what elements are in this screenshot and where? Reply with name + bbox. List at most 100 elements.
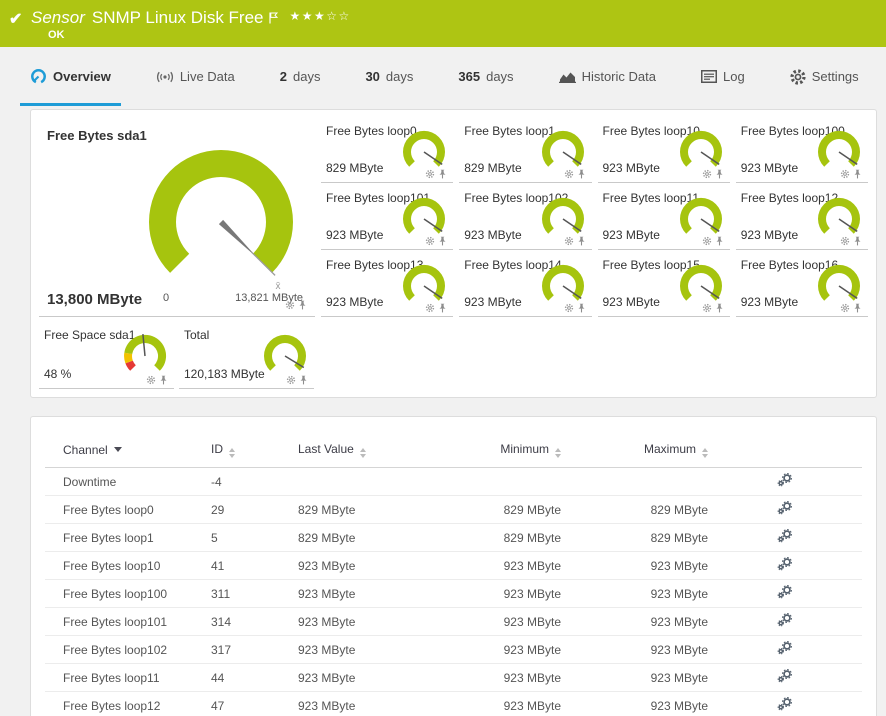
edit-channel-icon[interactable]: [777, 613, 793, 627]
gauge-tile[interactable]: Free Bytes loop0829 MByte: [321, 118, 453, 183]
channel-name[interactable]: Free Bytes loop0: [45, 496, 211, 524]
gear-icon[interactable]: [702, 236, 712, 246]
column-header-id[interactable]: ID: [211, 439, 298, 468]
minimum-value: 923 MByte: [418, 608, 561, 636]
tab-days[interactable]: 2days: [270, 47, 331, 106]
pin-icon[interactable]: [299, 375, 308, 385]
pin-icon[interactable]: [298, 300, 307, 310]
gauge-tile[interactable]: Free Bytes loop13923 MByte: [321, 252, 453, 317]
gauge-tile[interactable]: Free Bytes loop10923 MByte: [598, 118, 730, 183]
pin-icon[interactable]: [438, 169, 447, 179]
last-value: 829 MByte: [298, 496, 418, 524]
maximum-value: 923 MByte: [561, 608, 708, 636]
gear-icon[interactable]: [840, 236, 850, 246]
channel-name[interactable]: Free Bytes loop101: [45, 608, 211, 636]
gear-icon[interactable]: [285, 300, 295, 310]
gear-icon[interactable]: [702, 303, 712, 313]
tab-overview[interactable]: Overview: [20, 47, 121, 106]
gear-icon[interactable]: [146, 375, 156, 385]
table-row: Free Bytes loop15829 MByte829 MByte829 M…: [45, 524, 862, 552]
channel-name[interactable]: Downtime: [45, 468, 211, 496]
channel-name[interactable]: Free Bytes loop1: [45, 524, 211, 552]
pin-icon[interactable]: [853, 236, 862, 246]
pin-icon[interactable]: [715, 236, 724, 246]
edit-channel-icon[interactable]: [777, 501, 793, 515]
tab-days[interactable]: 365days: [448, 47, 523, 106]
channel-name[interactable]: Free Bytes loop10: [45, 552, 211, 580]
pin-icon[interactable]: [438, 303, 447, 313]
pin-icon[interactable]: [577, 236, 586, 246]
column-header-last-value[interactable]: Last Value: [298, 439, 418, 468]
pin-icon[interactable]: [577, 303, 586, 313]
edit-channel-icon[interactable]: [777, 529, 793, 543]
channel-actions[interactable]: [708, 496, 862, 524]
channel-actions[interactable]: [708, 468, 862, 496]
column-header-minimum[interactable]: Minimum: [418, 439, 561, 468]
channel-name[interactable]: Free Bytes loop12: [45, 692, 211, 716]
tab-days[interactable]: 30days: [355, 47, 423, 106]
gauge-tile[interactable]: Free Space sda148 %: [39, 322, 174, 389]
edit-channel-icon[interactable]: [777, 557, 793, 571]
priority-stars[interactable]: ★★★☆☆: [290, 9, 351, 23]
gear-icon[interactable]: [286, 375, 296, 385]
pin-icon[interactable]: [715, 303, 724, 313]
edit-channel-icon[interactable]: [777, 585, 793, 599]
pin-icon[interactable]: [159, 375, 168, 385]
gauge-tile[interactable]: Free Bytes loop15923 MByte: [598, 252, 730, 317]
gear-icon[interactable]: [425, 303, 435, 313]
channel-name[interactable]: Free Bytes loop102: [45, 636, 211, 664]
gauge-value: 923 MByte: [741, 161, 798, 175]
gear-icon[interactable]: [425, 236, 435, 246]
pin-icon[interactable]: [438, 236, 447, 246]
tab-settings[interactable]: Settings: [780, 47, 869, 106]
channel-actions[interactable]: [708, 636, 862, 664]
main-gauge-tile[interactable]: Free Bytes sda1 x̄ 13,800 MByte 0 13,821…: [39, 118, 315, 317]
channel-actions[interactable]: [708, 692, 862, 716]
gear-icon[interactable]: [564, 303, 574, 313]
tab-log[interactable]: Log: [691, 47, 755, 106]
minimum-value: 923 MByte: [418, 664, 561, 692]
pin-icon[interactable]: [853, 303, 862, 313]
gauge-tile[interactable]: Free Bytes loop12923 MByte: [736, 185, 868, 250]
pin-icon[interactable]: [577, 169, 586, 179]
gear-icon[interactable]: [702, 169, 712, 179]
column-header-channel[interactable]: Channel: [45, 439, 211, 468]
gauge-tile[interactable]: Total120,183 MByte: [179, 322, 314, 389]
edit-channel-icon[interactable]: [777, 669, 793, 683]
edit-channel-icon[interactable]: [777, 697, 793, 711]
gear-icon[interactable]: [840, 169, 850, 179]
channel-actions[interactable]: [708, 664, 862, 692]
channel-actions[interactable]: [708, 580, 862, 608]
column-header-actions: [708, 439, 862, 468]
gear-icon[interactable]: [564, 169, 574, 179]
main-gauge: x̄: [139, 140, 303, 309]
gauge-tile[interactable]: Free Bytes loop16923 MByte: [736, 252, 868, 317]
column-header-maximum[interactable]: Maximum: [561, 439, 708, 468]
channel-id: 41: [211, 552, 298, 580]
tab-historic-data[interactable]: Historic Data: [549, 47, 666, 106]
channel-actions[interactable]: [708, 524, 862, 552]
gauge-tile[interactable]: Free Bytes loop101923 MByte: [321, 185, 453, 250]
priority-flag-icon[interactable]: [269, 9, 278, 29]
gear-icon[interactable]: [564, 236, 574, 246]
gear-icon[interactable]: [425, 169, 435, 179]
edit-channel-icon[interactable]: [777, 473, 793, 487]
gauge-tile[interactable]: Free Bytes loop1829 MByte: [459, 118, 591, 183]
channel-name[interactable]: Free Bytes loop100: [45, 580, 211, 608]
tab-live-data[interactable]: Live Data: [146, 47, 245, 106]
pin-icon[interactable]: [853, 169, 862, 179]
gauge-value: 829 MByte: [464, 161, 521, 175]
pin-icon[interactable]: [715, 169, 724, 179]
gauge-tile[interactable]: Free Bytes loop100923 MByte: [736, 118, 868, 183]
gauge-tile[interactable]: Free Bytes loop11923 MByte: [598, 185, 730, 250]
channel-name[interactable]: Free Bytes loop11: [45, 664, 211, 692]
channel-actions[interactable]: [708, 608, 862, 636]
status-badge: OK: [48, 29, 65, 41]
gear-icon[interactable]: [840, 303, 850, 313]
minimum-value: 829 MByte: [418, 496, 561, 524]
edit-channel-icon[interactable]: [777, 641, 793, 655]
channel-actions[interactable]: [708, 552, 862, 580]
gauge-tile[interactable]: Free Bytes loop102923 MByte: [459, 185, 591, 250]
main-gauge-title: Free Bytes sda1: [47, 128, 147, 143]
gauge-tile[interactable]: Free Bytes loop14923 MByte: [459, 252, 591, 317]
